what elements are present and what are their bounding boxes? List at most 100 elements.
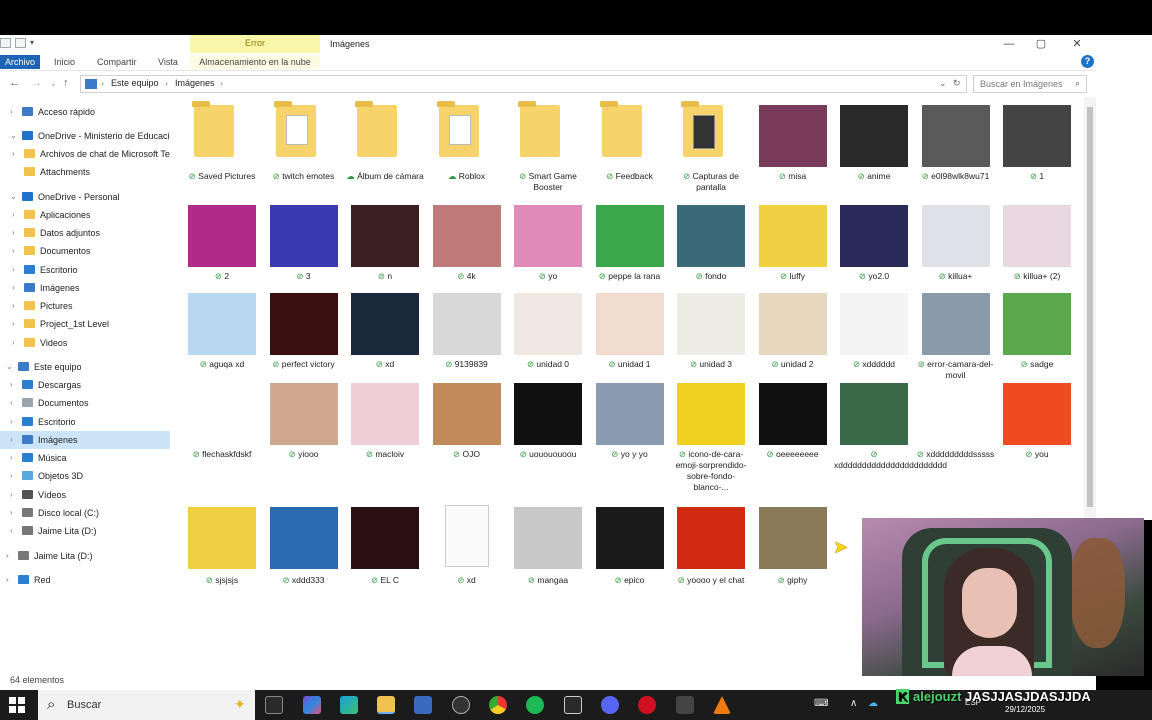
- tab-inicio[interactable]: Inicio: [54, 55, 75, 69]
- context-tab-error[interactable]: Error: [190, 35, 320, 53]
- tab-archivo[interactable]: Archivo: [0, 55, 40, 69]
- minimize-button[interactable]: —: [998, 37, 1020, 51]
- breadcrumb-este-equipo[interactable]: Este equipo: [111, 78, 159, 88]
- refresh-icon[interactable]: ↻: [953, 78, 961, 89]
- search-input[interactable]: Buscar en Imágenes ⌕: [973, 75, 1087, 93]
- onedrive-tray-icon[interactable]: ☁: [868, 698, 878, 709]
- vlc-icon[interactable]: [713, 696, 731, 714]
- expand-chevron-icon[interactable]: ›: [12, 145, 15, 163]
- sidebar-item-documentos[interactable]: › Documentos: [0, 394, 170, 412]
- expand-chevron-icon[interactable]: ›: [6, 571, 9, 589]
- help-icon[interactable]: ?: [1081, 55, 1094, 68]
- sidebar-item-label: Descargas: [38, 380, 82, 390]
- image-thumbnail: [921, 293, 990, 355]
- sidebar-item-datos-adjuntos[interactable]: › Datos adjuntos: [0, 224, 170, 242]
- recent-chevron-icon[interactable]: ⌄: [50, 79, 57, 88]
- sidebar-item-label: Pictures: [40, 301, 73, 311]
- expand-chevron-icon[interactable]: ›: [10, 103, 13, 121]
- sidebar-item-objetos-3d[interactable]: › Objetos 3D: [0, 467, 170, 485]
- sidebar-item-escritorio[interactable]: › Escritorio: [0, 413, 170, 431]
- expand-chevron-icon[interactable]: ›: [6, 547, 9, 565]
- keyboard-icon[interactable]: ⌨: [814, 698, 828, 709]
- sidebar-item-escritorio[interactable]: › Escritorio: [0, 261, 170, 279]
- sidebar-item-acceso-rápido[interactable]: › Acceso rápido: [0, 103, 170, 121]
- expand-chevron-icon[interactable]: ›: [12, 315, 15, 333]
- store-icon[interactable]: [414, 696, 432, 714]
- up-arrow-icon[interactable]: ↑: [63, 77, 69, 89]
- sidebar-item-jaime-lita-d[interactable]: › Jaime Lita (D:): [0, 522, 170, 540]
- expand-chevron-icon[interactable]: ⌄: [10, 188, 17, 206]
- expand-chevron-icon[interactable]: ›: [12, 279, 15, 297]
- sidebar-item-imágenes[interactable]: › Imágenes: [0, 431, 170, 449]
- sidebar-item-aplicaciones[interactable]: › Aplicaciones: [0, 206, 170, 224]
- sidebar-item-onedrive-ministerio-de-educación[interactable]: ⌄ OneDrive - Ministerio de Educación: [0, 127, 170, 145]
- expand-chevron-icon[interactable]: ›: [12, 297, 15, 315]
- task-view-icon[interactable]: [265, 696, 283, 714]
- taskbar-search[interactable]: ⌕ Buscar ✦: [38, 690, 255, 720]
- expand-chevron-icon[interactable]: ›: [10, 467, 13, 485]
- expand-chevron-icon[interactable]: ›: [12, 334, 15, 352]
- expand-chevron-icon[interactable]: ›: [10, 504, 13, 522]
- tab-compartir[interactable]: Compartir: [97, 55, 137, 69]
- sidebar-item-red[interactable]: › Red: [0, 571, 170, 589]
- expand-chevron-icon[interactable]: ›: [12, 242, 15, 260]
- quick-access-toolbar[interactable]: ▾: [0, 38, 36, 48]
- sidebar-item-vídeos[interactable]: › Vídeos: [0, 486, 170, 504]
- tab-almacenamiento-nube[interactable]: Almacenamiento en la nube: [190, 55, 320, 69]
- expand-chevron-icon[interactable]: ›: [12, 206, 15, 224]
- file-name: ⊘ yiooo: [264, 449, 344, 460]
- sidebar-item-este-equipo[interactable]: ⌄ Este equipo: [0, 358, 170, 376]
- edge-icon[interactable]: [340, 696, 358, 714]
- file-name: ⊘ epico: [590, 575, 670, 586]
- expand-chevron-icon[interactable]: ›: [10, 431, 13, 449]
- address-dropdown-icon[interactable]: ⌄: [939, 78, 947, 89]
- synced-check-icon: ⊘: [214, 271, 225, 281]
- sidebar-item-project-1st-level[interactable]: › Project_1st Level: [0, 315, 170, 333]
- sidebar-item-pictures[interactable]: › Pictures: [0, 297, 170, 315]
- expand-chevron-icon[interactable]: ›: [10, 413, 13, 431]
- sidebar-item-videos[interactable]: › Videos: [0, 334, 170, 352]
- discord-icon[interactable]: [601, 696, 619, 714]
- address-bar[interactable]: › Este equipo › Imágenes › ⌄ ↻: [80, 75, 967, 93]
- chrome-icon[interactable]: [489, 696, 507, 714]
- expand-chevron-icon[interactable]: ›: [12, 261, 15, 279]
- clock-date[interactable]: 29/12/2025: [1005, 705, 1045, 714]
- steam-icon[interactable]: [452, 696, 470, 714]
- sidebar-item-onedrive-personal[interactable]: ⌄ OneDrive - Personal: [0, 188, 170, 206]
- sidebar-item-música[interactable]: › Música: [0, 449, 170, 467]
- file-explorer-icon[interactable]: [377, 696, 395, 714]
- sidebar-item-documentos[interactable]: › Documentos: [0, 242, 170, 260]
- opera-icon[interactable]: [638, 696, 656, 714]
- expand-chevron-icon[interactable]: ›: [10, 394, 13, 412]
- image-thumbnail: [432, 293, 501, 355]
- windows-start-icon[interactable]: [9, 697, 25, 713]
- spotify-icon[interactable]: [526, 696, 544, 714]
- expand-chevron-icon[interactable]: ⌄: [10, 127, 17, 145]
- forward-arrow-icon[interactable]: →: [31, 77, 42, 89]
- back-arrow-icon[interactable]: ←: [9, 77, 20, 89]
- expand-chevron-icon[interactable]: ⌄: [6, 358, 13, 376]
- sidebar-item-archivos-de-chat-de-microsoft-teams[interactable]: › Archivos de chat de Microsoft Teams: [0, 145, 170, 163]
- expand-chevron-icon[interactable]: ›: [10, 376, 13, 394]
- scrollbar-thumb[interactable]: [1087, 107, 1093, 507]
- breadcrumb-imagenes[interactable]: Imágenes: [175, 78, 215, 88]
- app-window-icon[interactable]: [564, 696, 582, 714]
- sidebar-item-disco-local-c[interactable]: › Disco local (C:): [0, 504, 170, 522]
- close-button[interactable]: ✕: [1066, 37, 1088, 51]
- copilot-icon[interactable]: [303, 696, 321, 714]
- tray-chevron-icon[interactable]: ∧: [850, 698, 857, 709]
- sidebar-item-imágenes[interactable]: › Imágenes: [0, 279, 170, 297]
- expand-chevron-icon[interactable]: ›: [10, 449, 13, 467]
- sidebar-item-jaime-lita-d[interactable]: › Jaime Lita (D:): [0, 547, 170, 565]
- maximize-button[interactable]: ▢: [1030, 37, 1052, 51]
- expand-chevron-icon[interactable]: ›: [10, 486, 13, 504]
- sidebar-item-attachments[interactable]: Attachments: [0, 163, 170, 181]
- tab-vista[interactable]: Vista: [158, 55, 178, 69]
- app-icon[interactable]: [676, 696, 694, 714]
- expand-chevron-icon[interactable]: ›: [12, 224, 15, 242]
- synced-check-icon: ⊘: [282, 575, 292, 585]
- sidebar-item-descargas[interactable]: › Descargas: [0, 376, 170, 394]
- image-thumbnail: [188, 383, 256, 445]
- file-name: ⊘ yo: [508, 271, 588, 282]
- expand-chevron-icon[interactable]: ›: [10, 522, 13, 540]
